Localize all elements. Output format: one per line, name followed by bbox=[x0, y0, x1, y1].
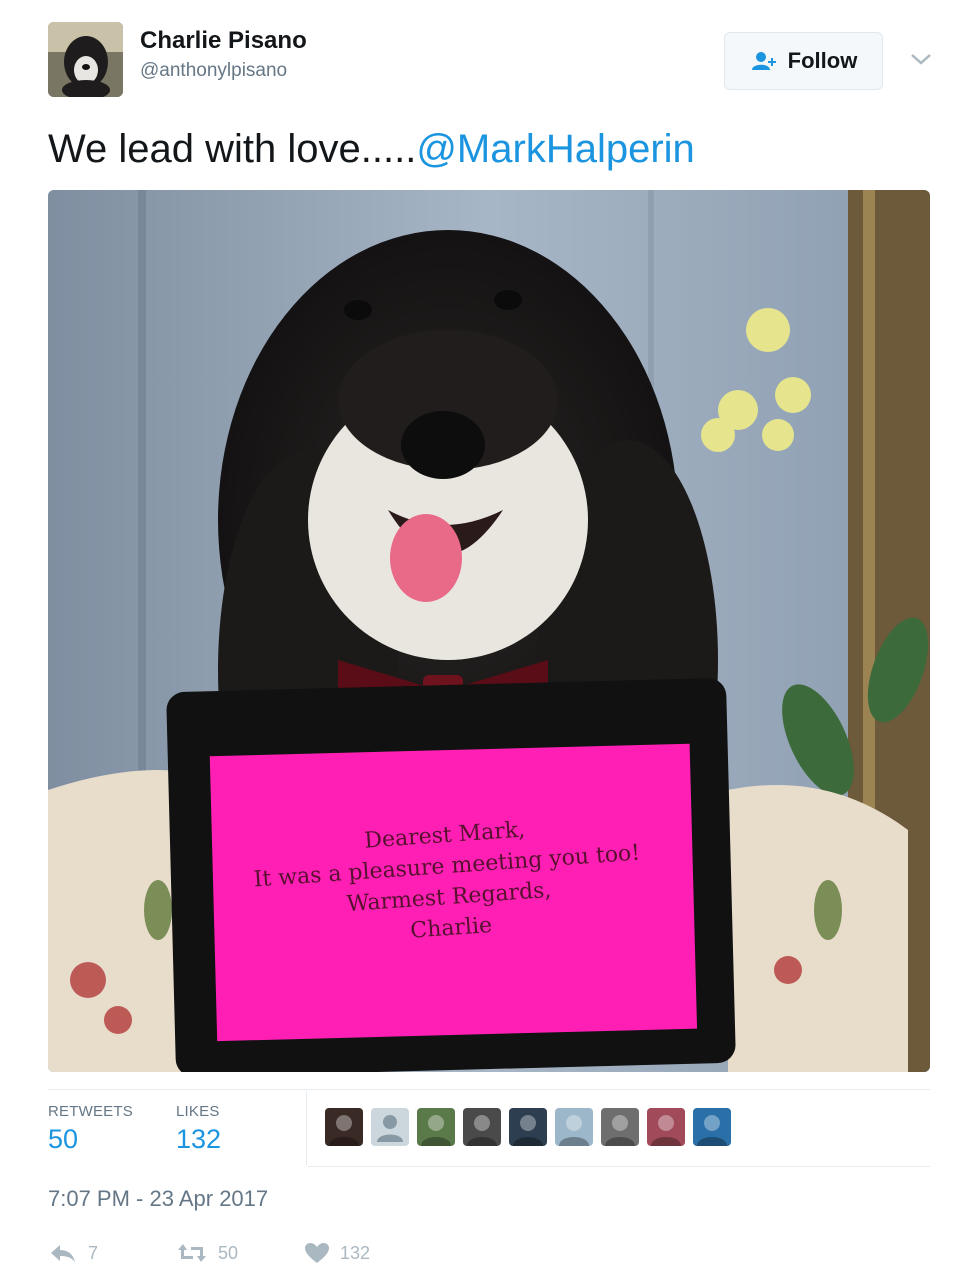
tweet-photo[interactable]: Dearest Mark, It was a pleasure meeting … bbox=[48, 190, 930, 1072]
profile-photo-icon bbox=[421, 1115, 451, 1146]
retweets-label: RETWEETS bbox=[48, 1103, 133, 1120]
like-count: 132 bbox=[340, 1242, 371, 1263]
retweets-stat[interactable]: RETWEETS 50 bbox=[48, 1103, 133, 1155]
retweet-button[interactable]: 50 bbox=[176, 1242, 304, 1264]
likers-avatars bbox=[325, 1108, 731, 1146]
profile-photo-icon bbox=[605, 1115, 635, 1146]
liker-avatar-7[interactable] bbox=[601, 1108, 639, 1146]
add-user-icon bbox=[751, 52, 776, 70]
retweet-count: 50 bbox=[218, 1242, 239, 1263]
tweet-body: We lead with love..... bbox=[48, 127, 417, 171]
reply-count: 7 bbox=[88, 1242, 99, 1263]
follow-button-label: Follow bbox=[787, 48, 858, 73]
liker-avatar-2[interactable] bbox=[371, 1108, 409, 1146]
likes-label: LIKES bbox=[176, 1103, 220, 1120]
profile-photo-icon bbox=[559, 1115, 589, 1146]
mention-link[interactable]: @MarkHalperin bbox=[416, 127, 694, 171]
tweet-timestamp[interactable]: 7:07 PM - 23 Apr 2017 bbox=[48, 1186, 268, 1212]
tweet-header: Charlie Pisano @anthonylpisano Follow bbox=[48, 22, 938, 102]
heart-icon bbox=[305, 1243, 329, 1263]
reply-button[interactable]: 7 bbox=[48, 1242, 176, 1264]
user-handle[interactable]: @anthonylpisano bbox=[140, 58, 307, 84]
liker-avatar-5[interactable] bbox=[509, 1108, 547, 1146]
profile-photo-icon bbox=[651, 1115, 681, 1146]
retweet-icon bbox=[178, 1244, 206, 1262]
avatar[interactable] bbox=[48, 22, 123, 97]
follow-button[interactable]: Follow bbox=[724, 32, 883, 90]
display-name[interactable]: Charlie Pisano bbox=[140, 26, 307, 56]
tweet-text: We lead with love.....@MarkHalperin bbox=[48, 124, 695, 174]
default-profile-icon bbox=[377, 1115, 403, 1142]
divider bbox=[306, 1091, 307, 1165]
liker-avatar-4[interactable] bbox=[463, 1108, 501, 1146]
liker-avatar-9[interactable] bbox=[693, 1108, 731, 1146]
like-button[interactable]: 132 bbox=[304, 1242, 370, 1264]
likes-count: 132 bbox=[176, 1124, 222, 1154]
liker-avatar-1[interactable] bbox=[325, 1108, 363, 1146]
user-names: Charlie Pisano @anthonylpisano bbox=[140, 26, 307, 84]
profile-photo-icon bbox=[467, 1115, 497, 1146]
tweet-actions: 7 50 132 bbox=[48, 1238, 370, 1268]
profile-photo-icon bbox=[329, 1115, 359, 1146]
retweets-count: 50 bbox=[48, 1124, 79, 1154]
liker-avatar-8[interactable] bbox=[647, 1108, 685, 1146]
liker-avatar-3[interactable] bbox=[417, 1108, 455, 1146]
likes-stat[interactable]: LIKES 132 bbox=[176, 1103, 221, 1155]
divider bbox=[308, 1166, 930, 1167]
profile-photo-icon bbox=[697, 1115, 727, 1146]
chevron-down-icon[interactable] bbox=[906, 48, 936, 70]
profile-photo-icon bbox=[513, 1115, 543, 1146]
liker-avatar-6[interactable] bbox=[555, 1108, 593, 1146]
divider bbox=[48, 1089, 930, 1090]
reply-icon bbox=[51, 1245, 75, 1262]
